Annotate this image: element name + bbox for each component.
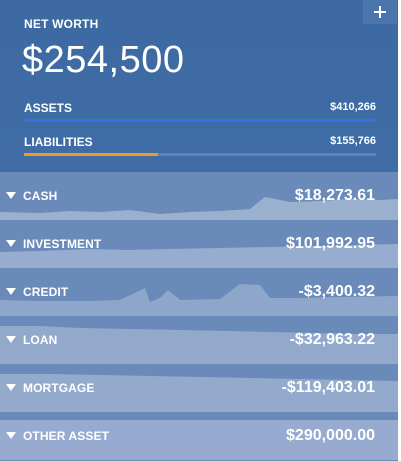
account-name: MORTGAGE [23,381,95,395]
liabilities-progress-track [24,153,376,156]
assets-label: ASSETS [24,101,73,115]
account-row-investment[interactable]: INVESTMENT $101,992.95 [0,220,398,268]
account-name: INVESTMENT [23,237,102,251]
liabilities-progress-fill [24,153,158,156]
assets-value: $410,266 [330,101,376,113]
account-value: $18,273.61 [294,187,375,204]
chevron-down-icon [6,384,16,391]
add-account-button[interactable] [363,0,397,24]
assets-progress-fill [24,119,376,122]
liabilities-value: $155,766 [330,135,376,147]
chevron-down-icon [6,240,16,247]
assets-progress-track [24,119,376,122]
chevron-down-icon [6,336,16,343]
account-row-credit[interactable]: CREDIT -$3,400.32 [0,268,398,316]
account-value: $101,992.95 [286,235,375,252]
net-worth-header: NET WORTH $254,500 ASSETS $410,266 LIABI… [0,0,398,172]
account-row-other-asset[interactable]: OTHER ASSET $290,000.00 [0,412,398,460]
accounts-list: CASH $18,273.61 INVESTMENT $101,992.95 C… [0,172,398,461]
net-worth-widget: NET WORTH $254,500 ASSETS $410,266 LIABI… [0,0,401,461]
net-worth-label: NET WORTH [24,17,99,31]
account-name: OTHER ASSET [23,429,109,443]
plus-icon [374,6,386,18]
account-value: -$32,963.22 [289,331,375,348]
account-value: -$3,400.32 [298,283,375,300]
account-value: -$119,403.01 [281,379,375,396]
account-name: CASH [23,189,58,203]
account-row-loan[interactable]: LOAN -$32,963.22 [0,316,398,364]
chevron-down-icon [6,192,16,199]
liabilities-summary: LIABILITIES $155,766 [24,135,376,161]
assets-summary: ASSETS $410,266 [24,101,376,127]
account-row-mortgage[interactable]: MORTGAGE -$119,403.01 [0,364,398,412]
chevron-down-icon [6,288,16,295]
chevron-down-icon [6,432,16,439]
account-name: CREDIT [23,285,69,299]
account-value: $290,000.00 [286,427,375,444]
net-worth-value: $254,500 [22,39,185,81]
liabilities-label: LIABILITIES [24,135,93,149]
account-row-cash[interactable]: CASH $18,273.61 [0,172,398,220]
account-name: LOAN [23,333,58,347]
